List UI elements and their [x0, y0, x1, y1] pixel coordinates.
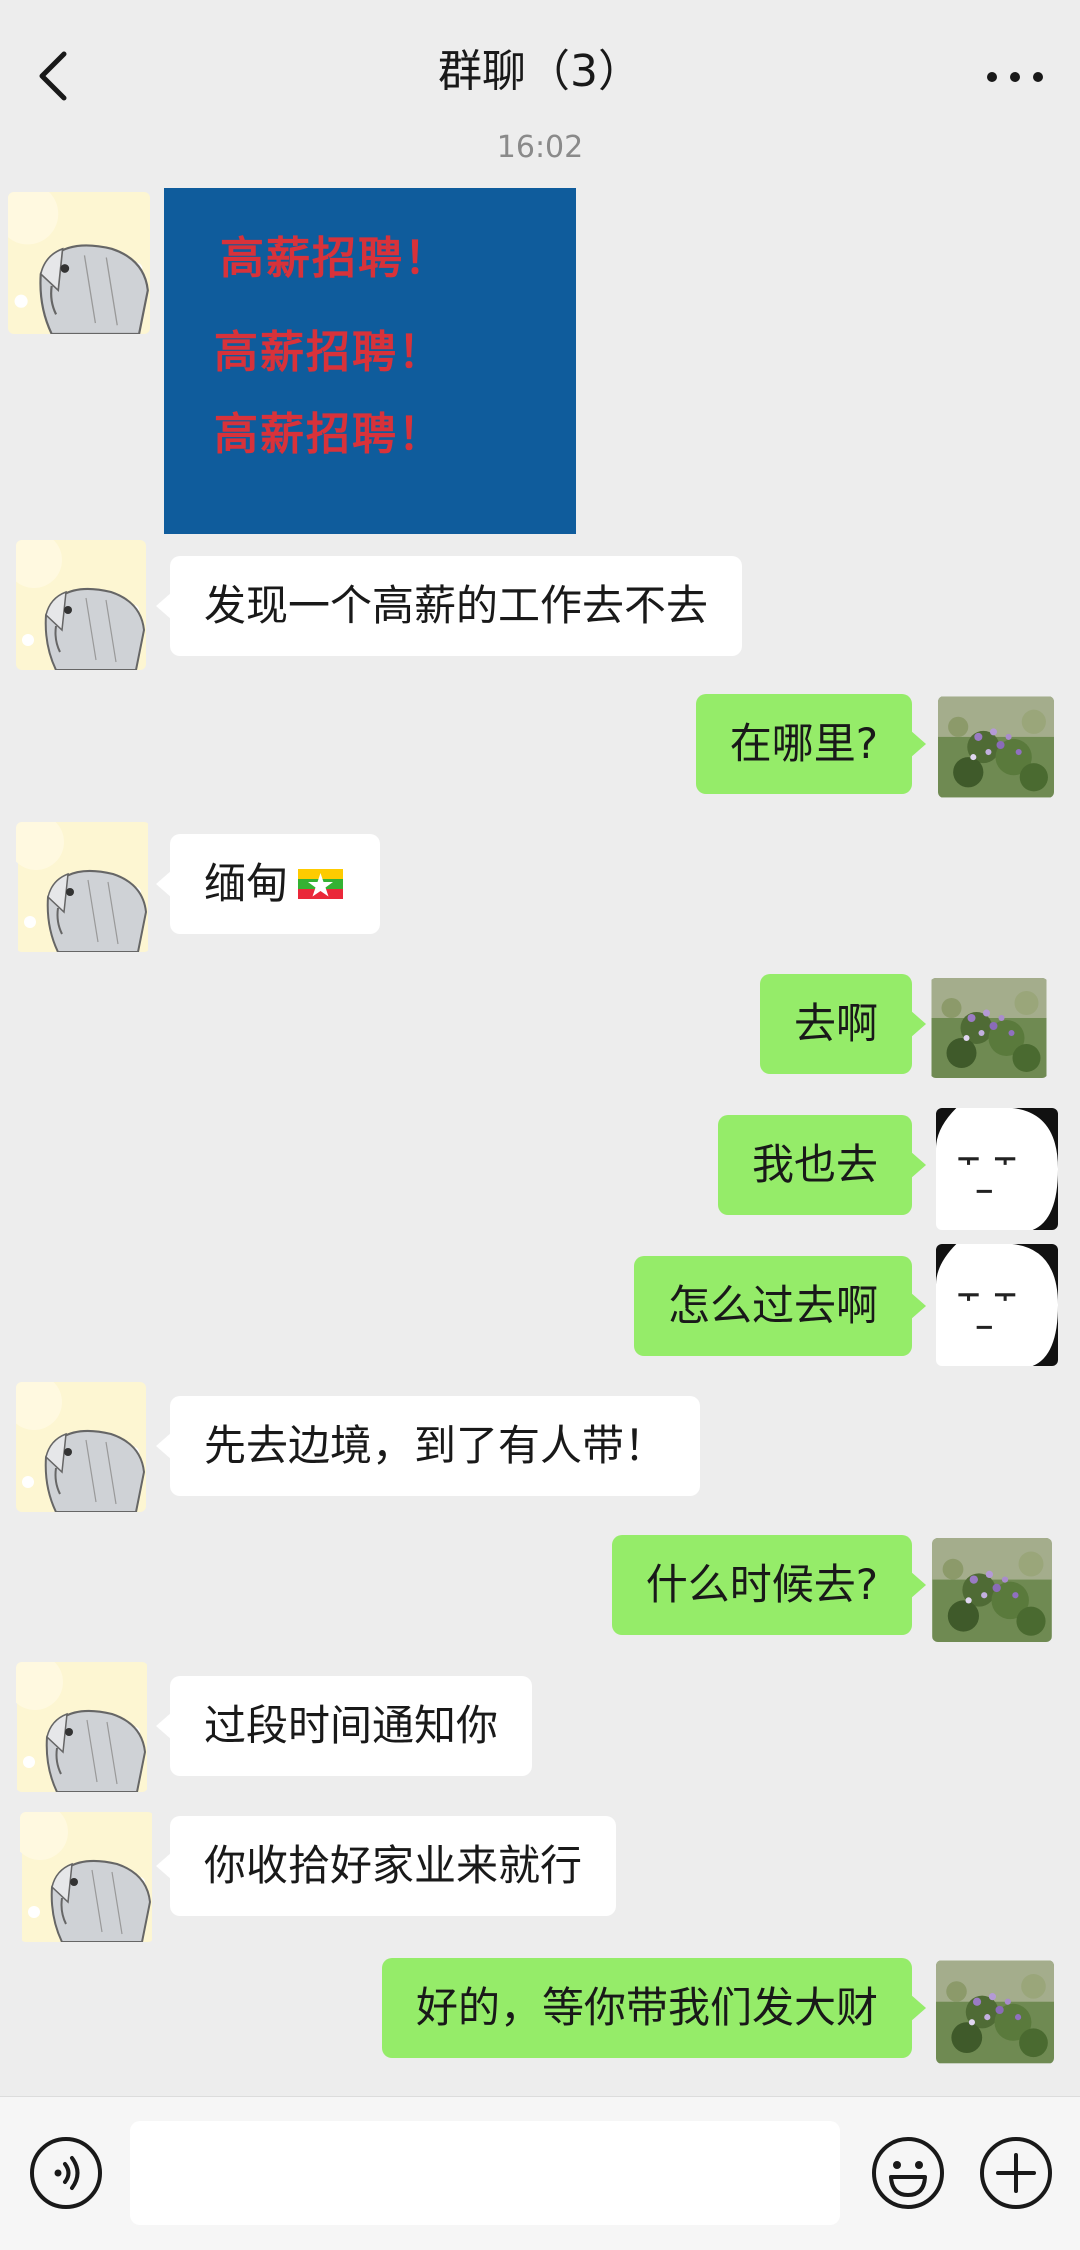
fish-avatar[interactable] [16, 822, 150, 952]
message-bubble[interactable]: 你收拾好家业来就行 [155, 1816, 617, 1916]
image-text-line: 高薪招聘！ [220, 233, 450, 284]
emoji-icon[interactable] [870, 2135, 946, 2211]
fish-avatar[interactable] [16, 540, 146, 670]
message-bubble[interactable]: 缅甸 [156, 834, 380, 934]
message-timestamp: 16:02 [496, 130, 584, 165]
flower-avatar[interactable] [932, 1538, 1052, 1642]
flower-avatar[interactable] [930, 978, 1048, 1078]
message-bubble[interactable]: 什么时候去? [611, 1535, 927, 1635]
fish-avatar[interactable] [8, 192, 150, 334]
face-avatar[interactable] [936, 1244, 1058, 1366]
message-text: 缅甸 [204, 859, 289, 908]
myanmar-flag-icon [298, 869, 343, 899]
voice-icon[interactable] [28, 2135, 104, 2211]
message-bubble[interactable]: 我也去 [717, 1115, 927, 1215]
message-bubble[interactable]: 在哪里? [695, 694, 927, 794]
input-toolbar [0, 2096, 1080, 2250]
chat-title: 群聊（3） [438, 46, 642, 97]
message-bubble[interactable]: 怎么过去啊 [633, 1256, 927, 1356]
flower-avatar[interactable] [936, 1960, 1054, 2064]
flower-avatar[interactable] [938, 696, 1054, 798]
image-text-line: 高薪招聘！ [214, 409, 444, 460]
image-message[interactable]: 高薪招聘！ 高薪招聘！ 高薪招聘！ [164, 188, 576, 534]
fish-avatar[interactable] [20, 1812, 154, 1942]
message-bubble[interactable]: 去啊 [759, 974, 927, 1074]
fish-avatar[interactable] [16, 1662, 148, 1792]
message-bubble[interactable]: 好的，等你带我们发大财 [381, 1958, 927, 2058]
message-bubble[interactable]: 发现一个高薪的工作去不去 [155, 556, 743, 656]
plus-icon[interactable] [978, 2135, 1054, 2211]
message-bubble[interactable]: 先去边境，到了有人带！ [155, 1396, 701, 1496]
message-bubble[interactable]: 过段时间通知你 [155, 1676, 533, 1776]
chat-header: 群聊（3） [0, 0, 1080, 148]
face-avatar[interactable] [936, 1108, 1058, 1230]
more-dots-icon[interactable] [984, 62, 1046, 92]
message-input[interactable] [130, 2121, 840, 2225]
fish-avatar[interactable] [16, 1382, 146, 1512]
image-text-line: 高薪招聘！ [214, 327, 444, 378]
